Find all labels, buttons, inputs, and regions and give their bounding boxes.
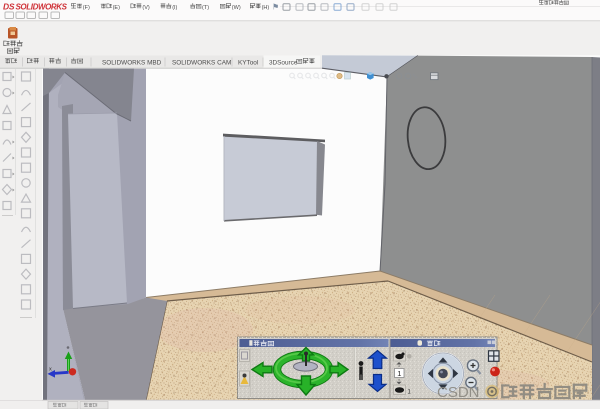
svg-text:CSDN: CSDN bbox=[437, 384, 480, 401]
svg-text:(F): (F) bbox=[83, 5, 90, 11]
svg-text:1: 1 bbox=[397, 369, 401, 378]
svg-text:(I): (I) bbox=[172, 5, 177, 11]
svg-text:SOLIDWORKS: SOLIDWORKS bbox=[16, 3, 68, 12]
svg-text:3DSource: 3DSource bbox=[269, 59, 298, 66]
svg-text:SOLIDWORKS CAM: SOLIDWORKS CAM bbox=[172, 59, 231, 66]
svg-text:KYTool: KYTool bbox=[238, 59, 258, 66]
svg-text:SOLIDWORKS MBD: SOLIDWORKS MBD bbox=[102, 59, 162, 66]
svg-text:(T): (T) bbox=[202, 5, 209, 11]
svg-text:(W): (W) bbox=[232, 5, 241, 11]
svg-text:DS: DS bbox=[3, 2, 15, 12]
svg-text:(V): (V) bbox=[142, 5, 150, 11]
svg-text:(H): (H) bbox=[262, 5, 270, 11]
svg-text:⚑: ⚑ bbox=[272, 3, 279, 12]
svg-text:x: x bbox=[49, 367, 52, 373]
svg-text:(E): (E) bbox=[113, 5, 121, 11]
